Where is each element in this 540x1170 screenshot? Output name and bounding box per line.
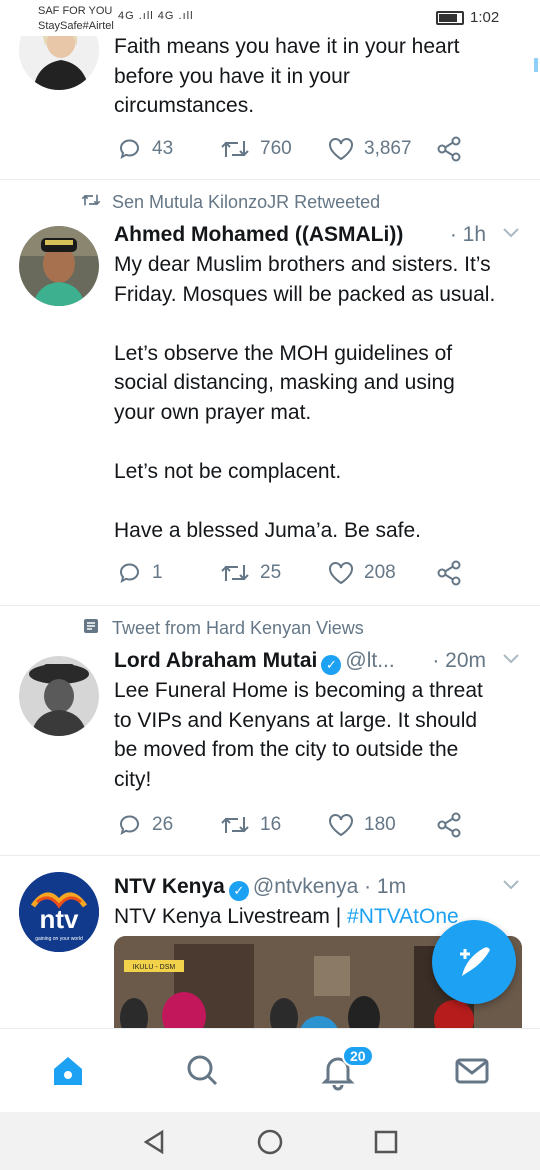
tweet-text: Lee Funeral Home is becoming a threat to… [114, 679, 483, 791]
carrier-label: SAF FOR YOU StaySafe#Airtel [38, 4, 114, 34]
home-circle-icon [257, 1129, 283, 1155]
author-name[interactable]: Lord Abraham Mutai [114, 649, 317, 672]
reply-button[interactable]: 43 [118, 136, 220, 162]
chevron-down-icon[interactable] [502, 220, 520, 250]
compose-icon [460, 947, 490, 976]
compose-tweet-button[interactable] [432, 920, 516, 1004]
tweet-time: · 1h [449, 223, 486, 246]
retweet-count: 25 [260, 562, 282, 583]
chevron-down-icon[interactable] [502, 872, 520, 902]
ntv-logo-tagline: gaining on your world [35, 936, 83, 942]
reply-icon [119, 815, 139, 835]
like-count: 180 [364, 814, 396, 835]
reply-button[interactable]: 1 [118, 560, 220, 586]
tab-messages[interactable] [452, 1051, 492, 1091]
retweet-count: 16 [260, 814, 282, 835]
home-button[interactable] [256, 1128, 284, 1161]
heart-icon [329, 814, 353, 837]
retweet-button[interactable]: 16 [220, 812, 328, 838]
tweet-header: Lord Abraham Mutai ✓ @lt... · 20m [114, 646, 526, 676]
like-button[interactable]: 208 [328, 560, 436, 586]
battery-icon [436, 11, 464, 25]
list-icon [80, 618, 102, 639]
avatar[interactable] [19, 36, 99, 90]
home-icon [54, 1057, 82, 1085]
media-caption: IKULU - DSM [133, 964, 176, 971]
like-button[interactable]: 3,867 [328, 136, 436, 162]
reply-count: 26 [152, 814, 174, 835]
search-icon [187, 1055, 218, 1086]
share-icon [437, 812, 461, 838]
tweet-header: NTV Kenya ✓ @ntvkenya · 1m [114, 872, 526, 902]
heart-icon [329, 138, 353, 161]
tweet-actions: 43 760 3,867 [118, 136, 472, 162]
share-icon [437, 560, 461, 586]
verified-icon: ✓ [321, 655, 342, 675]
share-button[interactable] [436, 812, 472, 838]
avatar[interactable] [19, 656, 99, 736]
tweet-actions: 1 25 208 [118, 560, 472, 586]
notifications-badge: 20 [342, 1045, 374, 1067]
tweet-card[interactable]: Faith means you have it in your heart be… [0, 36, 540, 180]
tab-home[interactable] [48, 1051, 88, 1091]
back-icon [143, 1129, 164, 1155]
like-count: 208 [364, 562, 396, 583]
recents-icon [374, 1130, 398, 1154]
carrier-line-1: SAF FOR YOU [38, 5, 113, 17]
mail-icon [455, 1058, 489, 1084]
bottom-tab-bar: 20 [0, 1028, 540, 1112]
reply-count: 43 [152, 138, 174, 159]
share-button[interactable] [436, 560, 472, 586]
ntv-logo-text: ntv [40, 904, 80, 934]
retweet-icon [221, 141, 249, 157]
tweet-text: Faith means you have it in your heart be… [114, 36, 460, 117]
reply-count: 1 [152, 562, 163, 583]
tab-search[interactable] [182, 1051, 222, 1091]
author-name[interactable]: Ahmed Mohamed ((ASMALi)) [114, 223, 403, 246]
author-name[interactable]: NTV Kenya [114, 875, 225, 898]
timeline-feed[interactable]: Faith means you have it in your heart be… [0, 36, 540, 1028]
share-button[interactable] [436, 136, 472, 162]
share-icon [437, 136, 461, 162]
author-handle[interactable]: @lt... [345, 649, 394, 672]
heart-icon [329, 562, 353, 585]
tweet-time: · 20m [432, 649, 486, 672]
tweet-card[interactable]: Tweet from Hard Kenyan Views Lord Abraha… [0, 606, 540, 856]
system-navigation-bar [0, 1112, 540, 1170]
signal-icon: 4G .ıll 4G .ıll [118, 10, 194, 22]
tweet-card[interactable]: Sen Mutula KilonzoJR Retweeted Ahmed Moh… [0, 180, 540, 606]
reply-button[interactable]: 26 [118, 812, 220, 838]
reply-icon [119, 563, 139, 583]
avatar[interactable]: ntv gaining on your world [19, 872, 99, 952]
retweet-button[interactable]: 25 [220, 560, 328, 586]
retweet-icon [221, 817, 249, 833]
clock: 1:02 [470, 9, 500, 26]
social-context: Tweet from Hard Kenyan Views [80, 618, 364, 639]
verified-icon: ✓ [228, 881, 249, 901]
carrier-line-2: StaySafe#Airtel [38, 20, 114, 32]
tweet-header: Ahmed Mohamed ((ASMALi)) · 1h [114, 220, 526, 250]
retweeted-by-label: Sen Mutula KilonzoJR Retweeted [112, 192, 381, 212]
retweet-count: 760 [260, 138, 292, 159]
author-handle[interactable]: @ntvkenya [253, 875, 358, 898]
retweet-button[interactable]: 760 [220, 136, 328, 162]
retweet-icon [221, 565, 249, 581]
back-button[interactable] [140, 1128, 168, 1161]
avatar[interactable] [19, 226, 99, 306]
tweet-time: · 1m [364, 875, 407, 898]
like-count: 3,867 [364, 138, 412, 159]
retweet-icon [80, 192, 102, 213]
tweet-text-main: NTV Kenya Livestream | [114, 905, 348, 928]
like-button[interactable]: 180 [328, 812, 436, 838]
recents-button[interactable] [372, 1128, 400, 1161]
reply-icon [119, 139, 139, 159]
tweet-text: My dear Muslim brothers and sisters. It’… [114, 253, 496, 542]
tweet-actions: 26 16 180 [118, 812, 472, 838]
chevron-down-icon[interactable] [502, 646, 520, 676]
list-context-label: Tweet from Hard Kenyan Views [112, 618, 364, 638]
status-bar: SAF FOR YOU StaySafe#Airtel 4G .ıll 4G .… [0, 0, 540, 36]
social-context: Sen Mutula KilonzoJR Retweeted [80, 192, 380, 213]
